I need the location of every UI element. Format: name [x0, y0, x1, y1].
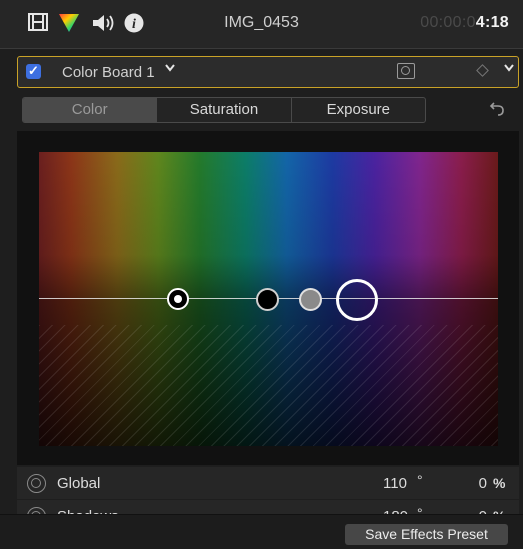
save-effects-preset-button[interactable]: Save Effects Preset	[345, 524, 508, 545]
mask-icon[interactable]	[397, 63, 415, 79]
inspector-footer: Save Effects Preset	[0, 514, 523, 549]
color-board-hatch	[39, 325, 498, 446]
timecode-dim: 00:00:0	[420, 14, 476, 31]
effect-enable-checkbox[interactable]: ✓	[26, 63, 41, 79]
puck-highlights[interactable]	[336, 279, 378, 321]
checkmark-icon: ✓	[28, 63, 39, 78]
degree-unit: °	[417, 472, 423, 488]
inspector-header: i IMG_0453 00:00:04:18	[0, 0, 523, 49]
tab-saturation[interactable]: Saturation	[156, 98, 290, 122]
chevron-down-icon[interactable]	[164, 63, 176, 73]
puck-global[interactable]	[167, 288, 189, 310]
percent-value[interactable]: 0	[467, 475, 487, 492]
timecode: 00:00:04:18	[420, 14, 509, 32]
reset-icon[interactable]	[489, 100, 505, 116]
puck-midtones[interactable]	[299, 288, 322, 311]
param-label: Global	[57, 475, 101, 492]
puck-shadows[interactable]	[256, 288, 279, 311]
tab-exposure[interactable]: Exposure	[290, 98, 425, 122]
color-board-tabs: Color Saturation Exposure	[22, 97, 426, 123]
effect-header-row[interactable]: ✓ Color Board 1	[17, 56, 519, 88]
keyframe-icon[interactable]	[476, 64, 489, 77]
color-board[interactable]	[39, 152, 498, 446]
timecode-bright: 4:18	[475, 14, 509, 31]
param-row-global: Global 110 ° 0 %	[17, 467, 519, 499]
tab-color[interactable]: Color	[23, 98, 157, 122]
effect-menu-chevron-icon[interactable]	[503, 63, 515, 73]
angle-value[interactable]: 110	[383, 475, 407, 492]
global-puck-icon	[27, 474, 46, 493]
percent-unit: %	[493, 475, 506, 491]
effect-name[interactable]: Color Board 1	[62, 64, 155, 81]
